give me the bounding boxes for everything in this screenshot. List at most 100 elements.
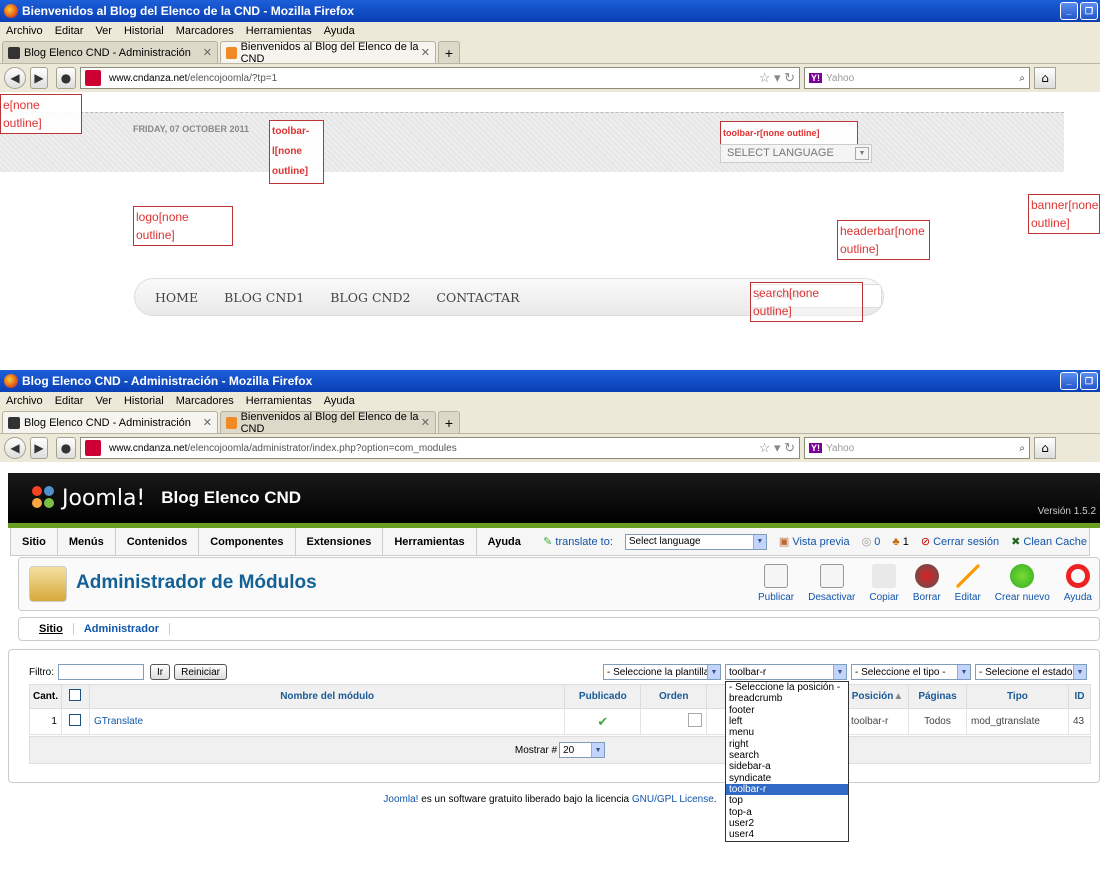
help-button[interactable]: Ayuda — [1057, 564, 1099, 603]
url-bar[interactable]: www.cndanza.net/elencojoomla/administrat… — [80, 437, 800, 459]
delete-button[interactable]: Borrar — [906, 564, 948, 603]
nav-blog-cnd1[interactable]: BLOG CND1 — [224, 290, 304, 305]
col-name[interactable]: Nombre del módulo — [88, 684, 566, 709]
page-size-select[interactable]: 20 ▼ — [559, 742, 606, 758]
clean-cache-link[interactable]: ✖ Clean Cache — [1011, 535, 1087, 548]
published-check-icon[interactable]: ✔ — [564, 708, 642, 735]
forward-icon[interactable]: ▶ — [30, 437, 48, 459]
new-tab-button[interactable]: + — [438, 411, 460, 433]
tab-administrador[interactable]: Administrador — [74, 623, 171, 635]
position-option-selected[interactable]: toolbar-r — [726, 784, 848, 796]
position-option[interactable]: user4 — [726, 829, 848, 840]
publish-button[interactable]: Publicar — [751, 564, 801, 603]
admin-menu-ayuda[interactable]: Ayuda — [477, 528, 532, 555]
back-icon[interactable]: ◀ — [4, 437, 26, 459]
tab-admin[interactable]: Blog Elenco CND - Administración ✕ — [2, 41, 218, 63]
tab-blog[interactable]: Bienvenidos al Blog del Elenco de la CND… — [220, 41, 436, 65]
menu-editar[interactable]: Editar — [55, 25, 84, 37]
position-option[interactable]: top — [726, 795, 848, 806]
preview-link[interactable]: ▣ Vista previa — [779, 535, 850, 548]
menu-ver[interactable]: Ver — [95, 395, 112, 407]
edit-button[interactable]: Editar — [948, 564, 988, 603]
search-engine-box[interactable]: Y! Yahoo ⌕ — [804, 67, 1030, 89]
forward-icon[interactable]: ▶ — [30, 67, 48, 89]
menu-historial[interactable]: Historial — [124, 25, 164, 37]
admin-menu-sitio[interactable]: Sitio — [11, 528, 58, 555]
restore-button[interactable]: ❐ — [1080, 2, 1098, 20]
type-filter-select[interactable]: - Seleccione el tipo - ▼ — [851, 664, 971, 680]
col-pages[interactable]: Páginas — [908, 684, 967, 709]
position-option[interactable]: search — [726, 750, 848, 761]
filter-input[interactable] — [58, 664, 144, 680]
admin-menu-menus[interactable]: Menús — [58, 528, 116, 555]
admin-menu-extensiones[interactable]: Extensiones — [296, 528, 384, 555]
menu-historial[interactable]: Historial — [124, 395, 164, 407]
translate-language-select[interactable]: Select language ▼ — [624, 533, 767, 550]
menu-editar[interactable]: Editar — [55, 395, 84, 407]
home-icon[interactable]: ⌂ — [1034, 437, 1056, 459]
copy-button[interactable]: Copiar — [862, 564, 905, 603]
position-option[interactable]: top-a — [726, 807, 848, 818]
col-published[interactable]: Publicado — [564, 684, 642, 709]
identity-icon[interactable]: ● — [56, 437, 76, 459]
position-option[interactable]: left — [726, 716, 848, 727]
position-option[interactable]: breadcrumb — [726, 693, 848, 704]
tab-blog[interactable]: Bienvenidos al Blog del Elenco de la CND… — [220, 411, 436, 435]
language-select[interactable]: SELECT LANGUAGE ▼ — [720, 144, 872, 163]
menu-archivo[interactable]: Archivo — [6, 25, 43, 37]
close-tab-icon[interactable]: ✕ — [203, 46, 212, 59]
back-icon[interactable]: ◀ — [4, 67, 26, 89]
new-button[interactable]: Crear nuevo — [988, 564, 1057, 603]
position-option[interactable]: - Seleccione la posición - — [726, 682, 848, 693]
close-tab-icon[interactable]: ✕ — [421, 46, 430, 59]
search-engine-box[interactable]: Y! Yahoo ⌕ — [804, 437, 1030, 459]
identity-icon[interactable]: ● — [56, 67, 76, 89]
messages-link[interactable]: ◎ 0 — [862, 535, 881, 548]
tab-admin[interactable]: Blog Elenco CND - Administración ✕ — [2, 411, 218, 433]
col-position[interactable]: Posición▲ — [846, 684, 910, 709]
url-bar[interactable]: www.cndanza.net/elencojoomla/?tp=1 ☆ ▾ ↻ — [80, 67, 800, 89]
unpublish-button[interactable]: Desactivar — [801, 564, 862, 603]
logout-link[interactable]: ⊘ Cerrar sesión — [921, 535, 999, 548]
position-option[interactable]: sidebar-a — [726, 761, 848, 772]
joomla-link[interactable]: Joomla! — [383, 794, 418, 805]
position-filter-select[interactable]: toolbar-r ▼ — [725, 664, 847, 680]
license-link[interactable]: GNU/GPL License — [632, 794, 714, 805]
col-order[interactable]: Orden — [640, 684, 708, 709]
minimize-button[interactable]: _ — [1060, 372, 1078, 390]
select-all-checkbox[interactable] — [69, 689, 82, 701]
position-option[interactable]: footer — [726, 705, 848, 716]
nav-blog-cnd2[interactable]: BLOG CND2 — [330, 290, 410, 305]
template-filter-select[interactable]: - Seleccione la plantilla - ▼ — [603, 664, 721, 680]
bookmark-star-icon[interactable]: ☆ ▾ ↻ — [759, 70, 799, 86]
state-filter-select[interactable]: - Selecione el estado - ▼ — [975, 664, 1087, 680]
minimize-button[interactable]: _ — [1060, 2, 1078, 20]
menu-marcadores[interactable]: Marcadores — [176, 395, 234, 407]
order-input[interactable] — [688, 713, 703, 727]
admin-menu-componentes[interactable]: Componentes — [199, 528, 296, 555]
search-icon[interactable]: ⌕ — [1019, 443, 1025, 454]
position-option[interactable]: user2 — [726, 818, 848, 829]
reset-button[interactable]: Reiniciar — [174, 664, 228, 680]
menu-ayuda[interactable]: Ayuda — [324, 25, 355, 37]
go-button[interactable]: Ir — [150, 664, 171, 680]
admin-menu-contenidos[interactable]: Contenidos — [116, 528, 200, 555]
position-option[interactable]: menu — [726, 727, 848, 738]
row-module-name[interactable]: GTranslate — [88, 708, 566, 735]
restore-button[interactable]: ❐ — [1080, 372, 1098, 390]
menu-marcadores[interactable]: Marcadores — [176, 25, 234, 37]
online-users[interactable]: ♣ 1 — [892, 536, 908, 548]
menu-archivo[interactable]: Archivo — [6, 395, 43, 407]
nav-contactar[interactable]: CONTACTAR — [436, 290, 519, 305]
admin-menu-herramientas[interactable]: Herramientas — [383, 528, 477, 555]
row-checkbox[interactable] — [69, 714, 82, 726]
new-tab-button[interactable]: + — [438, 41, 460, 63]
col-type[interactable]: Tipo — [965, 684, 1069, 709]
home-icon[interactable]: ⌂ — [1034, 67, 1056, 89]
bookmark-star-icon[interactable]: ☆ ▾ ↻ — [759, 440, 799, 456]
nav-home[interactable]: HOME — [155, 290, 198, 305]
col-id[interactable]: ID — [1067, 684, 1092, 709]
position-option[interactable]: right — [726, 739, 848, 750]
position-option[interactable]: syndicate — [726, 773, 848, 784]
search-icon[interactable]: ⌕ — [1019, 73, 1025, 84]
